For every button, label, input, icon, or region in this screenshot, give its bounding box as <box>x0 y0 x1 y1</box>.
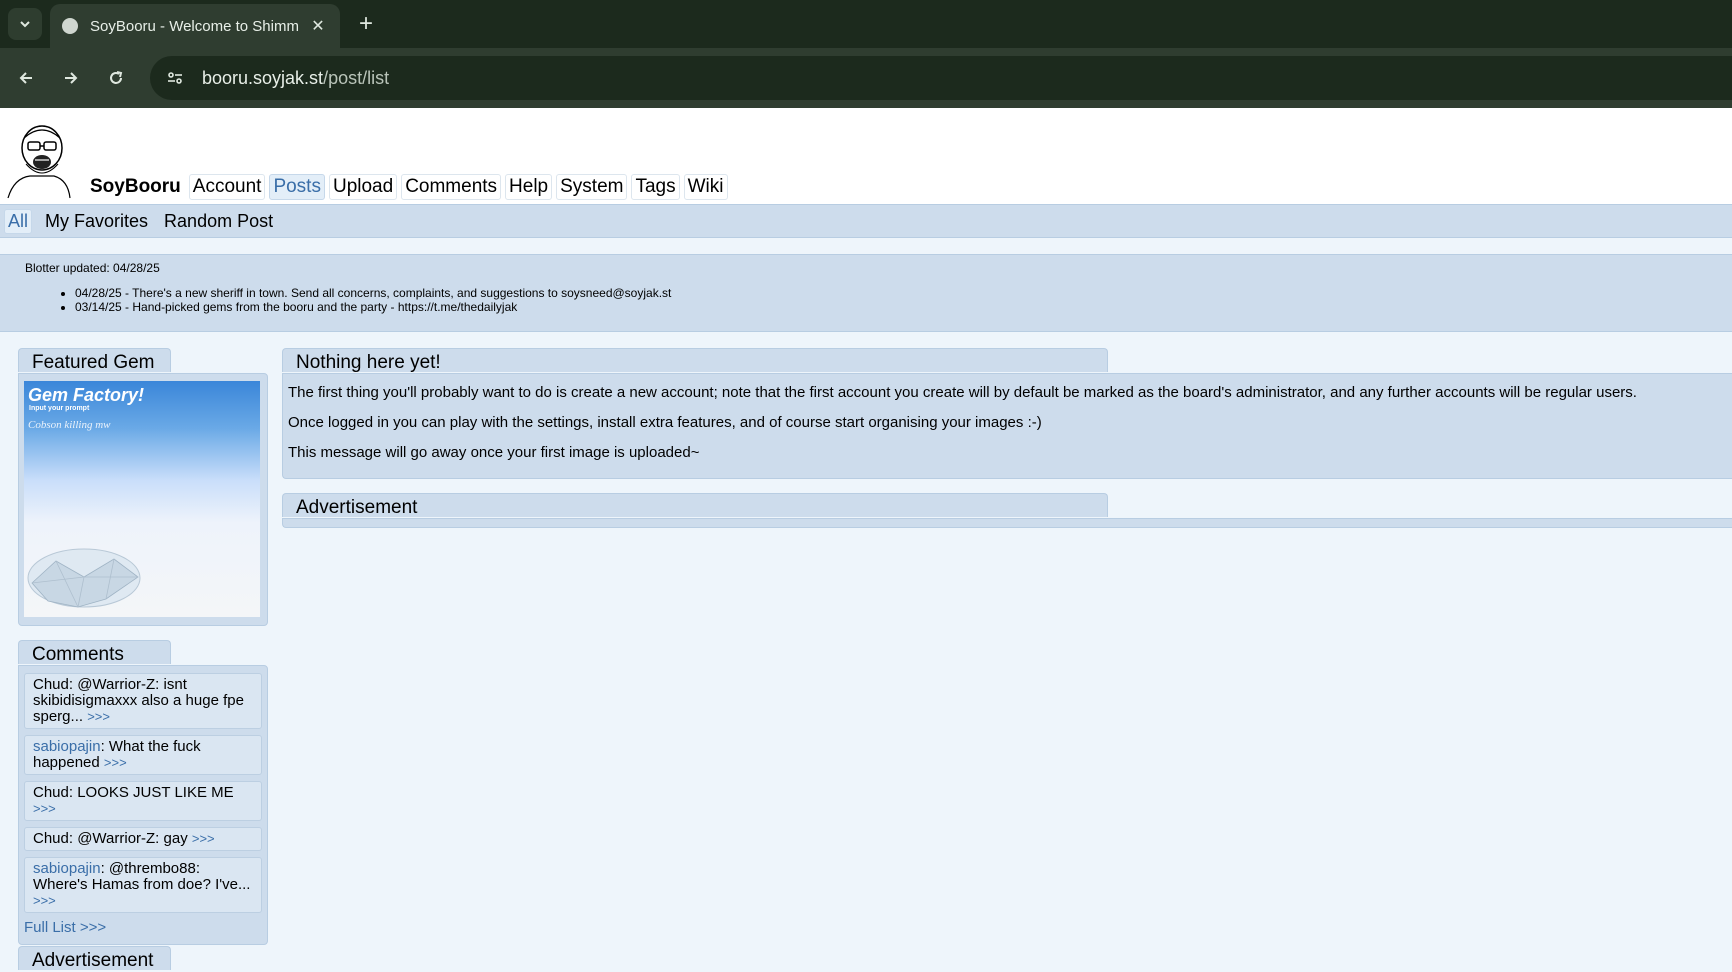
browser-toolbar: booru.soyjak.st/post/list <box>0 48 1732 108</box>
empty-state-paragraph: This message will go away once your firs… <box>288 444 700 461</box>
blotter-updated: Blotter updated: 04/28/25 <box>25 261 160 275</box>
comment-item: Chud: LOOKS JUST LIKE ME >>> <box>24 781 262 821</box>
featured-body: Gem Factory! Input your prompt Cobson ki… <box>18 373 268 626</box>
close-icon[interactable]: ✕ <box>308 16 328 36</box>
site-name[interactable]: SoyBooru <box>88 174 183 200</box>
tab-search-button[interactable] <box>8 8 42 40</box>
back-button[interactable] <box>10 62 42 94</box>
empty-state-block: Nothing here yet! The first thing you'll… <box>282 348 1732 479</box>
sub-nav: All My Favorites Random Post <box>0 204 1732 238</box>
blotter: Blotter updated: 04/28/25 04/28/25 - The… <box>0 254 1732 332</box>
left-column: Featured Gem Gem Factory! Input your pro… <box>18 348 268 945</box>
comment-more-link[interactable]: >>> <box>33 893 56 908</box>
blotter-list: 04/28/25 - There's a new sheriff in town… <box>25 286 1732 314</box>
comment-user: Chud <box>33 676 69 693</box>
arrow-left-icon <box>19 72 32 84</box>
subnav-my-favorites[interactable]: My Favorites <box>42 210 151 233</box>
nav-system[interactable]: System <box>556 174 628 200</box>
arrow-right-icon <box>65 72 78 84</box>
featured-block: Featured Gem Gem Factory! Input your pro… <box>18 348 268 626</box>
comment-more-link[interactable]: >>> <box>104 755 127 770</box>
tab-title: SoyBooru - Welcome to Shimmie <box>90 17 300 35</box>
comment-item: Chud: @Warrior-Z: gay >>> <box>24 827 262 851</box>
empty-state-title: Nothing here yet! <box>282 348 1108 373</box>
comment-user: Chud <box>33 784 69 801</box>
site-header: SoyBooru Account Posts Upload Comments H… <box>0 108 1732 204</box>
site-settings-icon[interactable] <box>162 65 188 91</box>
empty-state-paragraph: Once logged in you can play with the set… <box>288 414 1042 431</box>
comments-block: Comments Chud: @Warrior-Z: isnt skibidis… <box>18 640 268 945</box>
comment-user-link[interactable]: sabiopajin <box>33 738 101 755</box>
main-advertisement-block: Advertisement <box>282 493 1732 528</box>
featured-title: Featured Gem <box>18 348 171 373</box>
comments-body: Chud: @Warrior-Z: isnt skibidisigmaxxx a… <box>18 665 268 945</box>
gem-image-caption: Cobson killing mw <box>28 419 111 431</box>
site-favicon-icon <box>62 18 78 34</box>
nav-posts[interactable]: Posts <box>269 174 325 200</box>
comment-item: Chud: @Warrior-Z: isnt skibidisigmaxxx a… <box>24 673 262 729</box>
nav-account[interactable]: Account <box>188 174 266 200</box>
gem-image-title: Gem Factory! <box>28 385 145 405</box>
featured-image[interactable]: Gem Factory! Input your prompt Cobson ki… <box>24 381 260 617</box>
comment-user-link[interactable]: sabiopajin <box>33 860 101 877</box>
main-content: Nothing here yet! The first thing you'll… <box>282 348 1732 528</box>
comment-user: Chud <box>33 830 69 847</box>
advertisement-title: Advertisement <box>18 946 171 971</box>
reload-button[interactable] <box>100 62 132 94</box>
comments-full-list-link[interactable]: Full List >>> <box>24 919 262 936</box>
chevron-down-icon <box>20 21 30 28</box>
browser-tab[interactable]: SoyBooru - Welcome to Shimmie ✕ <box>50 4 340 48</box>
main-nav: SoyBooru Account Posts Upload Comments H… <box>88 174 732 200</box>
url-host: booru.soyjak.st <box>202 67 324 88</box>
url-text: booru.soyjak.st/post/list <box>202 68 389 89</box>
tab-strip: SoyBooru - Welcome to Shimmie ✕ + <box>0 0 1732 48</box>
comment-item: sabiopajin: @thrembo88: Where's Hamas fr… <box>24 857 262 913</box>
nav-tags[interactable]: Tags <box>631 174 680 200</box>
url-path: /post/list <box>323 67 390 88</box>
comment-item: sabiopajin: What the fuck happened >>> <box>24 735 262 775</box>
new-tab-button[interactable]: + <box>352 10 380 38</box>
comment-more-link[interactable]: >>> <box>192 831 215 846</box>
reload-icon <box>110 71 123 84</box>
subnav-random-post[interactable]: Random Post <box>161 210 276 233</box>
comments-title: Comments <box>18 640 171 665</box>
left-advertisement-block: Advertisement <box>18 946 171 971</box>
empty-state-paragraph: The first thing you'll probably want to … <box>288 384 1637 401</box>
comment-text: : LOOKS JUST LIKE ME <box>68 784 234 801</box>
address-bar[interactable]: booru.soyjak.st/post/list <box>150 56 1732 100</box>
site-logo[interactable] <box>4 120 76 200</box>
browser-chrome: SoyBooru - Welcome to Shimmie ✕ + booru.… <box>0 0 1732 108</box>
gem-icon <box>27 548 141 608</box>
comment-more-link[interactable]: >>> <box>33 801 56 816</box>
advertisement-body <box>282 518 1732 528</box>
empty-state-body: The first thing you'll probably want to … <box>282 373 1732 479</box>
blotter-entry: 04/28/25 - There's a new sheriff in town… <box>75 286 1732 300</box>
page: SoyBooru Account Posts Upload Comments H… <box>0 108 1732 971</box>
blotter-entry: 03/14/25 - Hand-picked gems from the boo… <box>75 300 1732 314</box>
nav-wiki[interactable]: Wiki <box>683 174 728 200</box>
nav-help[interactable]: Help <box>505 174 553 200</box>
gem-image-subtitle: Input your prompt <box>29 405 90 412</box>
forward-button[interactable] <box>55 62 87 94</box>
comment-more-link[interactable]: >>> <box>87 709 110 724</box>
comment-text: : @Warrior-Z: gay <box>68 830 188 847</box>
subnav-all[interactable]: All <box>4 208 33 234</box>
advertisement-title: Advertisement <box>282 493 1108 518</box>
nav-comments[interactable]: Comments <box>401 174 502 200</box>
nav-upload[interactable]: Upload <box>328 174 398 200</box>
